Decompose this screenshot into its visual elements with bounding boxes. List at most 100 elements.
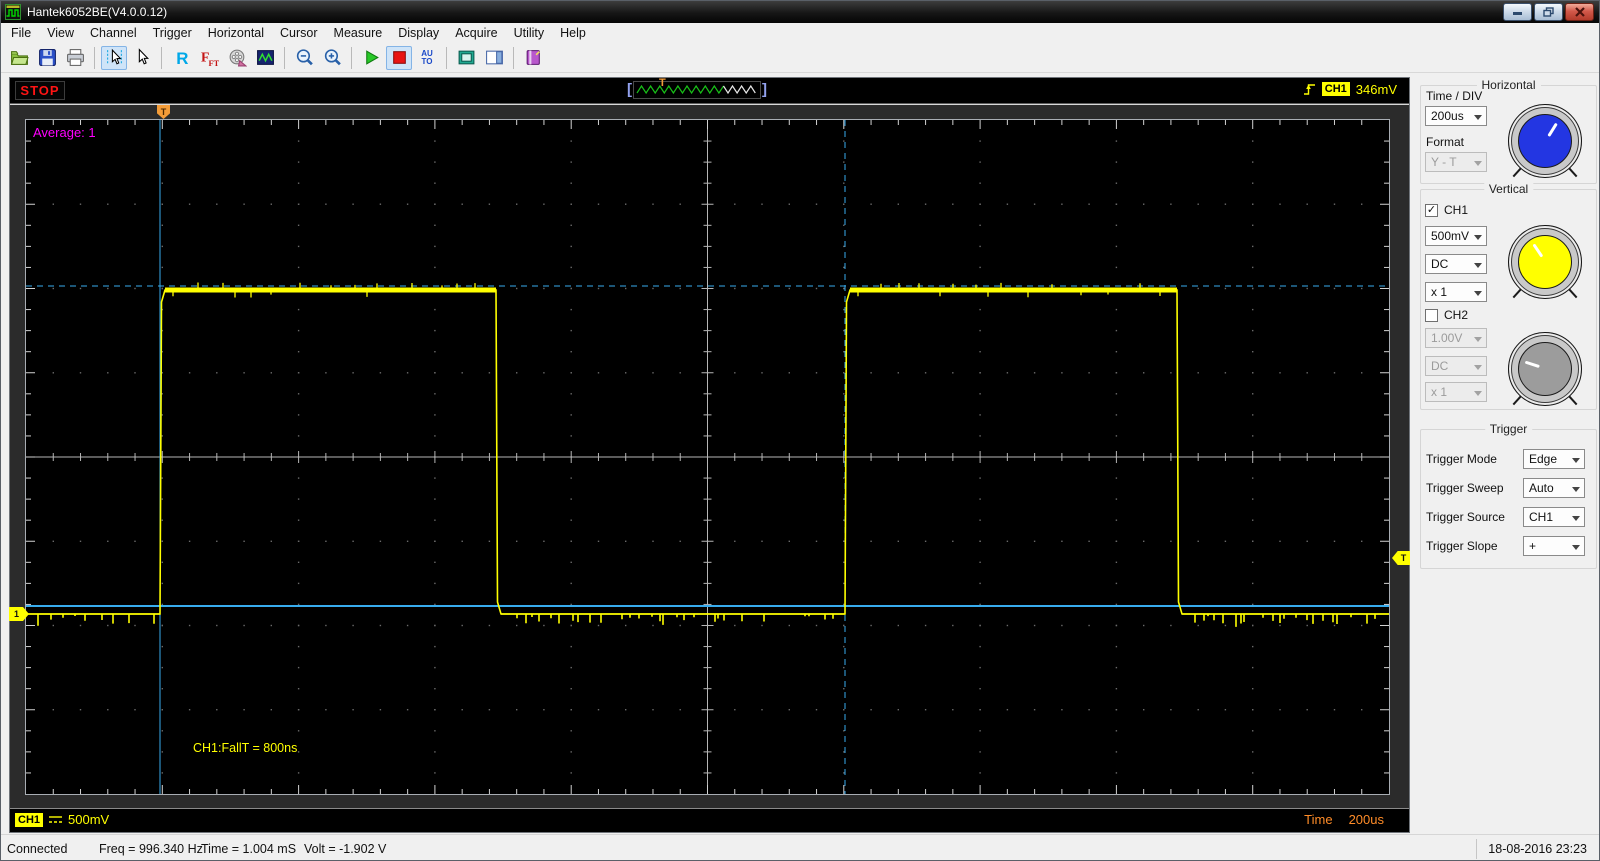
control-panel: Horizontal Time / DIV 200us Format Y - T… xyxy=(1410,77,1599,834)
refresh-button[interactable]: R xyxy=(168,46,194,70)
trigger-sweep-select[interactable]: Auto xyxy=(1523,478,1585,498)
ch1-probe-select[interactable]: x 1 xyxy=(1425,282,1487,302)
knob-pointer xyxy=(1546,122,1558,137)
chevron-down-icon xyxy=(1474,337,1482,342)
menu-file[interactable]: File xyxy=(3,24,39,42)
select-cursor-icon xyxy=(106,48,122,65)
chevron-down-icon xyxy=(1572,545,1580,550)
autoset-button[interactable]: AU TO xyxy=(414,46,440,70)
window-title: Hantek6052BE(V4.0.0.12) xyxy=(27,5,168,19)
time-div-select[interactable]: 200us xyxy=(1425,106,1487,126)
graticule-plot: Average: 1 CH1:FallT = 800ns T 1 T xyxy=(9,105,1411,795)
menu-cursor[interactable]: Cursor xyxy=(272,24,326,42)
svg-text:FT: FT xyxy=(208,58,219,67)
zoom-in-button[interactable] xyxy=(319,46,345,70)
menu-help[interactable]: Help xyxy=(552,24,594,42)
chevron-down-icon xyxy=(1474,365,1482,370)
ch2-probe-select: x 1 xyxy=(1425,382,1487,402)
menu-utility[interactable]: Utility xyxy=(506,24,553,42)
open-button[interactable] xyxy=(6,46,32,70)
close-icon xyxy=(1574,7,1585,17)
trigger-source-select[interactable]: CH1 xyxy=(1523,507,1585,527)
menu-view[interactable]: View xyxy=(39,24,82,42)
side-panel-button[interactable] xyxy=(481,46,507,70)
minimize-button[interactable] xyxy=(1503,3,1532,21)
menu-bar: File View Channel Trigger Horizontal Cur… xyxy=(1,23,1599,43)
refresh-icon: R xyxy=(176,49,188,67)
fullscreen-button[interactable] xyxy=(453,46,479,70)
chevron-down-icon xyxy=(1572,516,1580,521)
volt-measure-readout: Volt = -1.902 V xyxy=(304,842,387,856)
trigger-slope-select[interactable]: + xyxy=(1523,536,1585,556)
record-button[interactable] xyxy=(224,46,250,70)
timebase-readout: Time 200us xyxy=(1304,812,1384,827)
ch1-coupling-select[interactable]: DC xyxy=(1425,254,1487,274)
print-button[interactable] xyxy=(62,46,88,70)
svg-text:R: R xyxy=(176,49,188,67)
close-button[interactable] xyxy=(1565,3,1594,21)
minimize-icon xyxy=(1513,11,1522,15)
save-icon xyxy=(38,49,56,66)
stop-icon xyxy=(392,51,406,64)
ch2-coupling-select: DC xyxy=(1425,356,1487,376)
chevron-down-icon xyxy=(1572,458,1580,463)
time-measure-readout: Time = 1.004 mS xyxy=(201,842,297,856)
ch2-enable-row: CH2 xyxy=(1425,308,1468,322)
preview-left-bracket: [ xyxy=(627,81,632,98)
ch2-checkbox[interactable] xyxy=(1425,308,1438,322)
waveform-canvas xyxy=(26,120,1389,794)
cursor-measure-button[interactable] xyxy=(101,45,127,70)
zoom-out-icon xyxy=(296,49,313,66)
statusbar-separator xyxy=(1476,839,1477,859)
menu-measure[interactable]: Measure xyxy=(326,24,391,42)
ch1-position-knob[interactable] xyxy=(1508,225,1582,299)
print-icon xyxy=(66,49,84,66)
record-icon xyxy=(229,49,247,67)
stop-button[interactable] xyxy=(386,45,412,70)
save-button[interactable] xyxy=(34,46,60,70)
chevron-down-icon xyxy=(1474,391,1482,396)
channel1-readout: CH1 500mV xyxy=(15,812,109,827)
menu-horizontal[interactable]: Horizontal xyxy=(200,24,272,42)
trigger-mode-select[interactable]: Edge xyxy=(1523,449,1585,469)
toolbar-separator xyxy=(446,46,447,69)
open-icon xyxy=(10,51,29,65)
start-button[interactable] xyxy=(358,46,384,70)
restore-button[interactable] xyxy=(1534,3,1563,21)
menu-acquire[interactable]: Acquire xyxy=(447,24,505,42)
chevron-down-icon xyxy=(1474,115,1482,120)
ch1-volt-select[interactable]: 500mV xyxy=(1425,226,1487,246)
trigger-position-preview[interactable]: [ ] T xyxy=(627,77,777,100)
menu-display[interactable]: Display xyxy=(390,24,447,42)
preview-trigger-marker[interactable]: T xyxy=(659,77,666,89)
timebase-label: Time xyxy=(1304,812,1333,827)
ch2-position-knob[interactable] xyxy=(1508,332,1582,406)
toolbar-separator xyxy=(513,46,514,69)
ch2-label: CH2 xyxy=(1444,308,1469,322)
trigger-position-marker[interactable]: T xyxy=(157,105,170,119)
menu-trigger[interactable]: Trigger xyxy=(145,24,200,42)
toolbar-separator xyxy=(161,46,162,69)
app-icon xyxy=(5,4,21,20)
menu-channel[interactable]: Channel xyxy=(82,24,145,42)
zoom-out-button[interactable] xyxy=(291,46,317,70)
format-label: Format xyxy=(1426,135,1465,149)
fft-icon: F FT xyxy=(201,50,219,67)
dc-coupling-icon xyxy=(49,816,63,823)
horizontal-position-knob[interactable] xyxy=(1508,104,1582,178)
waveform-window-button[interactable] xyxy=(252,46,278,70)
scope-bottom-bar: CH1 500mV Time 200us xyxy=(10,808,1409,832)
toolbar-separator xyxy=(94,46,95,69)
trigger-level-marker[interactable]: T xyxy=(1392,551,1411,565)
ch1-checkbox[interactable]: ✓ xyxy=(1425,203,1438,217)
help-button[interactable] xyxy=(520,46,546,70)
format-select: Y - T xyxy=(1425,152,1487,172)
arrow-cursor-icon xyxy=(138,48,149,65)
ch2-volt-select: 1.00V xyxy=(1425,328,1487,348)
fft-button[interactable]: F FT xyxy=(196,46,222,70)
chevron-down-icon xyxy=(1474,235,1482,240)
run-state-badge: STOP xyxy=(15,81,65,100)
channel1-scale: 500mV xyxy=(68,812,110,827)
trigger-sweep-label: Trigger Sweep xyxy=(1426,481,1504,495)
pointer-button[interactable] xyxy=(129,46,155,70)
